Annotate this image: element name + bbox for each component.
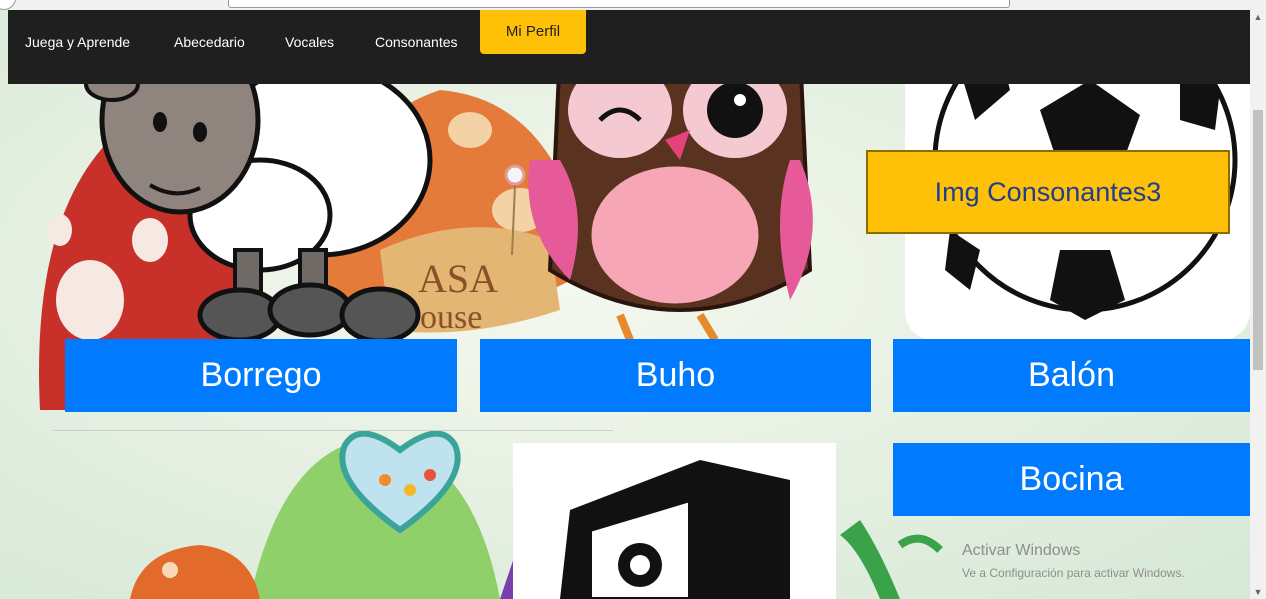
nav-link-consonantes[interactable]: Consonantes	[375, 34, 458, 50]
img-consonantes3-placeholder: Img Consonantes3	[866, 150, 1230, 234]
address-bar[interactable]	[228, 0, 1010, 8]
sign-text-1: ASA	[418, 256, 498, 301]
speaker-image	[513, 443, 836, 599]
bocina-button[interactable]: Bocina	[893, 443, 1250, 516]
scroll-down-icon[interactable]: ▼	[1250, 585, 1266, 599]
activation-watermark-subtitle: Ve a Configuración para activar Windows.	[962, 566, 1185, 580]
mi-perfil-button[interactable]: Mi Perfil	[480, 10, 586, 54]
nav-link-abecedario[interactable]: Abecedario	[174, 34, 245, 50]
nav-link-juega-aprende[interactable]: Juega y Aprende	[25, 34, 130, 50]
vertical-scrollbar[interactable]: ▲ ▼	[1250, 10, 1266, 599]
sign-text-2: ouse	[420, 299, 482, 336]
browser-chrome	[0, 0, 1266, 10]
buho-button[interactable]: Buho	[480, 339, 871, 412]
scroll-up-icon[interactable]: ▲	[1250, 10, 1266, 24]
nav-link-vocales[interactable]: Vocales	[285, 34, 334, 50]
reload-icon[interactable]	[0, 0, 16, 10]
borrego-button[interactable]: Borrego	[65, 339, 457, 412]
navbar: Juega y Aprende Abecedario Vocales Conso…	[8, 10, 1250, 84]
activation-watermark-title: Activar Windows	[962, 542, 1081, 559]
divider	[53, 430, 613, 431]
balon-button[interactable]: Balón	[893, 339, 1250, 412]
scroll-thumb[interactable]	[1253, 110, 1263, 370]
